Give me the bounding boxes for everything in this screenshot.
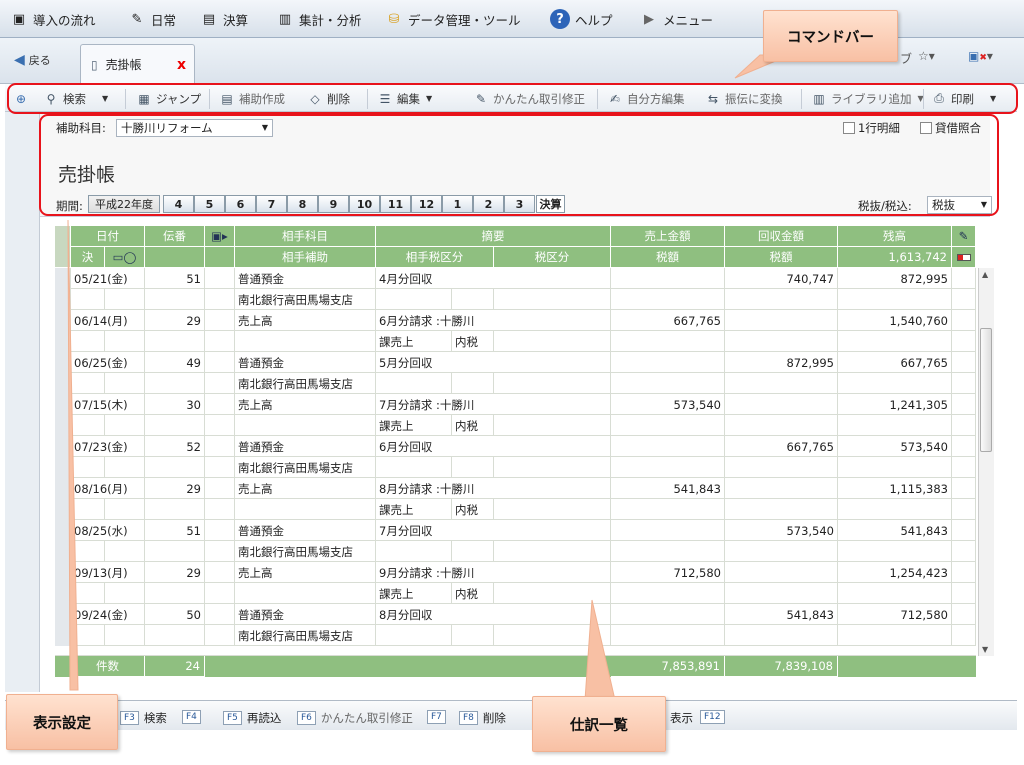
callout-journal-list: 仕訳一覧 bbox=[532, 696, 666, 752]
callout-pointers bbox=[67, 54, 791, 701]
callout-command-bar: コマンドバー bbox=[763, 10, 898, 62]
callout-display-settings: 表示設定 bbox=[6, 694, 118, 750]
